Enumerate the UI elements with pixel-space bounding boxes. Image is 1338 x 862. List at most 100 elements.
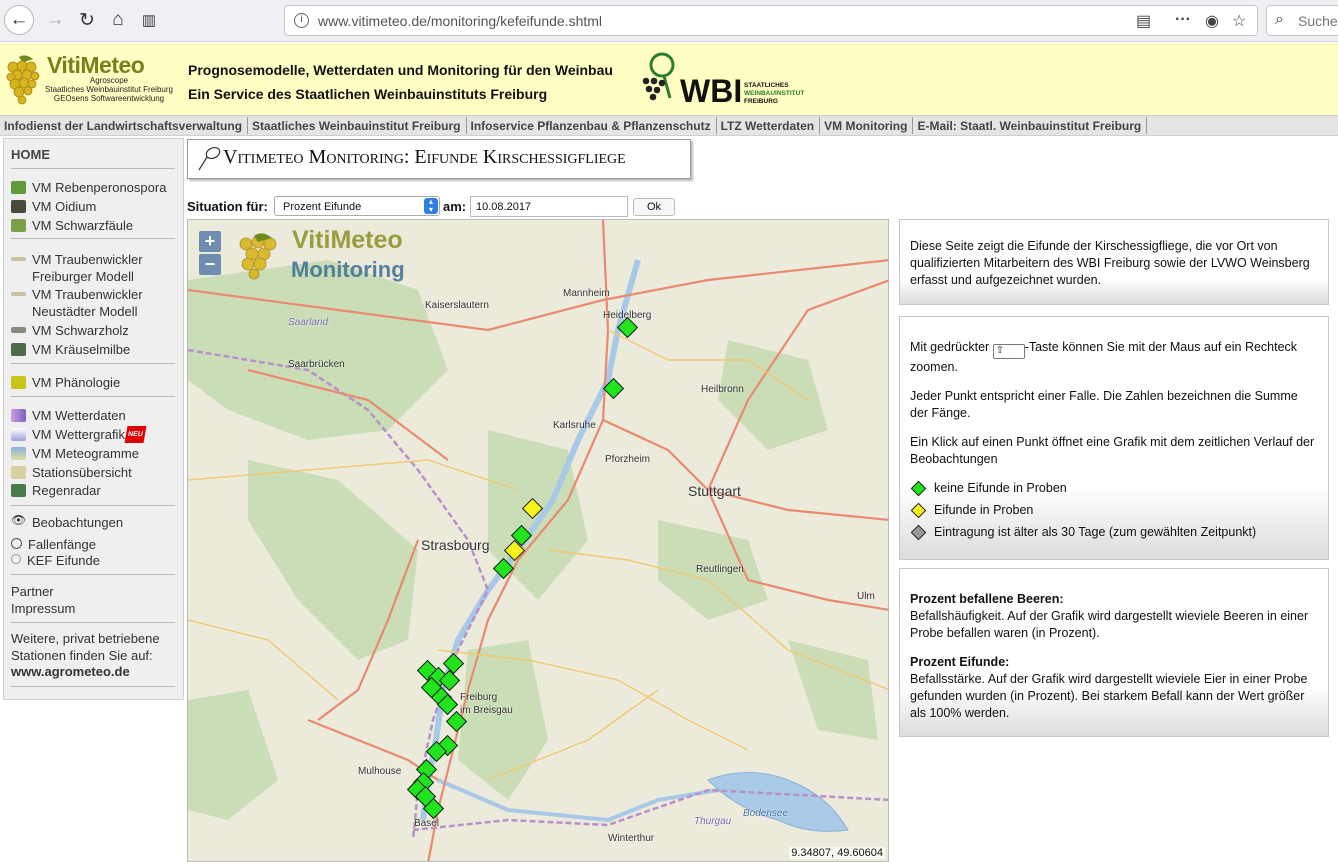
zoom-in-button[interactable]: + — [199, 231, 221, 252]
reader-view-icon[interactable]: ▤ — [1136, 11, 1151, 31]
bookmark-star-icon[interactable]: ☆ — [1232, 11, 1246, 31]
search-input[interactable]: ⌕ Suche — [1266, 5, 1338, 36]
region-label: Saarland — [288, 317, 329, 328]
monitoring-map[interactable]: VitiMeteo Monitoring + − Kaiserslautern … — [187, 219, 889, 862]
weather-chart-icon — [11, 409, 26, 422]
sidebar-item-label: Beobachtungen — [32, 515, 124, 530]
magnifier-icon — [11, 554, 21, 564]
logo-subtitle: Agroscope Staatliches Weinbauinstitut Fr… — [40, 76, 178, 103]
header-service-line: Ein Service des Staatlichen Weinbauinsti… — [188, 86, 548, 102]
insect-net-icon — [198, 146, 221, 171]
sidebar-item-phaenologie[interactable]: VM Phänologie — [10, 374, 120, 391]
sidebar-item-rebenperonospora[interactable]: VM Rebenperonospora — [10, 179, 166, 196]
pocket-icon[interactable]: ◉ — [1205, 11, 1219, 31]
sidebar-item-schwarzholz[interactable]: VM Schwarzholz — [10, 322, 129, 339]
forward-arrow-icon[interactable]: → — [40, 5, 70, 35]
sidebar-item-label: VM Phänologie — [32, 375, 121, 390]
definition-heading: Prozent Eifunde: — [910, 655, 1010, 669]
info-icon[interactable]: i — [294, 13, 309, 28]
sidebar-item-wettergrafik[interactable]: VM Wettergrafik NEU — [10, 426, 147, 443]
leaf-icon — [11, 181, 26, 194]
date-label: am: — [443, 199, 467, 214]
sidebar-item-traubenwickler-freiburg[interactable]: VM Traubenwickler Freiburger Modell — [10, 251, 143, 285]
sidebar-item-oidium[interactable]: VM Oidium — [10, 198, 96, 215]
city-label: Stuttgart — [688, 483, 741, 499]
sidebar-item-label: VM Kräuselmilbe — [32, 342, 131, 357]
sidebar-item-traubenwickler-neustadt[interactable]: VM Traubenwickler Neustädter Modell — [10, 286, 143, 320]
city-label: Reutlingen — [696, 564, 744, 575]
city-label: Heilbronn — [701, 384, 744, 395]
address-bar[interactable]: i www.vitimeteo.de/monitoring/kefeifunde… — [284, 5, 1258, 36]
situation-select[interactable]: Prozent Eifunde ▴ ▾ — [274, 196, 440, 216]
search-icon: ⌕ — [1275, 11, 1284, 28]
info-box-usage: Mit gedrückter ⇧ -Taste können Sie mit de… — [899, 316, 1329, 560]
net-icon — [11, 538, 22, 549]
wbi-logo-icon[interactable]: WBI STAATLICHES WEINBAUINSTITUT FREIBURG — [640, 51, 815, 109]
city-label: Kaiserslautern — [425, 300, 489, 311]
more-actions-icon[interactable]: ··· — [1175, 11, 1191, 29]
sidebar-item-meteogramme[interactable]: VM Meteogramme — [10, 445, 139, 462]
home-icon[interactable]: ⌂ — [103, 5, 133, 35]
toplink-weinbauinstitut[interactable]: Staatliches Weinbauinstitut Freiburg — [248, 117, 467, 134]
toplink-ltz-wetterdaten[interactable]: LTZ Wetterdaten — [717, 117, 821, 134]
search-placeholder: Suche — [1298, 13, 1338, 29]
sidebar-note-line2: Stationen finden Sie auf: — [11, 648, 153, 663]
sidebar-item-kraeuselmilbe[interactable]: VM Kräuselmilbe — [10, 341, 130, 358]
new-badge: NEU — [124, 426, 147, 443]
toplink-infoservice[interactable]: Infoservice Pflanzenbau & Pflanzenschutz — [467, 117, 717, 134]
city-label: Basel — [414, 818, 440, 829]
city-label: Karlsruhe — [553, 420, 596, 431]
wood-icon — [11, 327, 26, 333]
divider — [11, 686, 175, 687]
sidebar-item-partner[interactable]: Partner — [11, 583, 54, 600]
sidebar-item-beobachtungen[interactable]: 👁 Beobachtungen — [10, 514, 123, 531]
city-label: Ulm — [857, 591, 875, 602]
reload-icon[interactable]: ↻ — [72, 5, 102, 35]
wbi-sub-2: WEINBAUINSTITUT — [744, 90, 804, 97]
url-text[interactable]: www.vitimeteo.de/monitoring/kefeifunde.s… — [318, 13, 602, 29]
divider — [11, 396, 175, 397]
sidebar-toggle-icon[interactable]: ▥ — [134, 5, 164, 35]
agrometeo-link[interactable]: www.agrometeo.de — [11, 664, 130, 679]
city-label: Mannheim — [563, 288, 610, 299]
sidebar-item-impressum[interactable]: Impressum — [11, 600, 75, 617]
map-logo-title: VitiMeteo — [292, 226, 403, 254]
city-label: Strasbourg — [421, 537, 490, 553]
sidebar-item-regenradar[interactable]: Regenradar — [10, 482, 101, 499]
select-arrows-icon: ▴ ▾ — [424, 198, 438, 214]
sidebar-item-sublabel: Neustädter Modell — [32, 304, 138, 319]
sidebar-item-fallenfaenge[interactable]: Fallenfänge — [10, 536, 96, 553]
sidebar-item-home[interactable]: HOME — [11, 147, 50, 162]
toplink-email[interactable]: E-Mail: Staatl. Weinbauinstitut Freiburg — [913, 117, 1148, 134]
logo-title[interactable]: VitiMeteo — [47, 52, 145, 79]
zoom-instruction: Mit gedrückter ⇧ -Taste können Sie mit de… — [910, 339, 1318, 376]
back-arrow-icon[interactable]: ← — [4, 5, 34, 35]
sidebar-item-kef-eifunde[interactable]: KEF Eifunde — [10, 552, 100, 569]
map-icon — [11, 466, 26, 479]
toplink-infodienst[interactable]: Infodienst der Landwirtschaftsverwaltung — [0, 117, 249, 134]
sidebar-item-label: VM Rebenperonospora — [32, 180, 167, 195]
wbi-sub-1: STAATLICHES — [744, 82, 789, 89]
sidebar-item-label: VM Oidium — [32, 199, 97, 214]
sidebar-item-stationsuebersicht[interactable]: Stationsübersicht — [10, 464, 132, 481]
wbi-text: WBI — [680, 73, 742, 109]
sidebar-item-schwarzfaeule[interactable]: VM Schwarzfäule — [10, 217, 133, 234]
sidebar-item-label: VM Schwarzholz — [32, 323, 129, 338]
page-title: Vitimeteo Monitoring: Eifunde Kirschessi… — [223, 146, 626, 168]
zoom-out-button[interactable]: − — [199, 254, 221, 275]
sidebar-item-wetterdaten[interactable]: VM Wetterdaten — [10, 407, 126, 424]
date-input[interactable]: 10.08.2017 — [470, 196, 628, 217]
logo-sub-geosens: GEOsens Softwareentwicklung — [53, 94, 165, 103]
coordinate-readout: 9.34807, 49.60604 — [789, 847, 885, 859]
grape-mildew-icon — [11, 200, 26, 213]
moth-icon — [11, 257, 26, 261]
sidebar-item-label: Fallenfänge — [28, 537, 96, 552]
toplink-vm-monitoring[interactable]: VM Monitoring — [820, 117, 914, 134]
ok-button[interactable]: Ok — [633, 198, 675, 216]
sidebar-item-label: VM Traubenwickler — [32, 252, 143, 267]
city-label: im Breisgau — [460, 705, 513, 716]
sidebar-item-label: VM Wetterdaten — [32, 408, 126, 423]
situation-select-value: Prozent Eifunde — [283, 201, 362, 213]
sidebar-item-label: VM Meteogramme — [32, 446, 139, 461]
divider — [11, 505, 175, 506]
